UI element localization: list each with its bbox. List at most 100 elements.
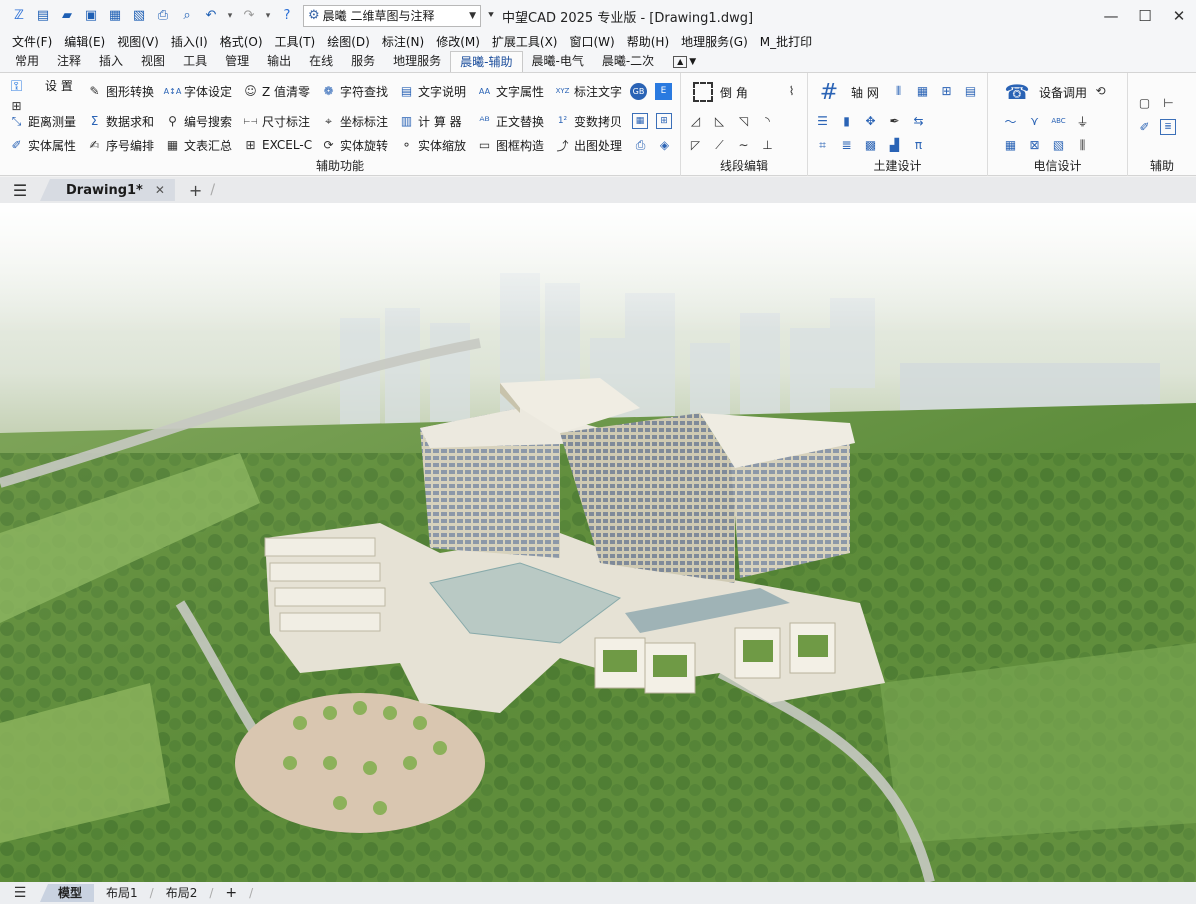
output-proc-button[interactable]: ⤴ 出图处理	[554, 135, 622, 155]
axis-grid-button[interactable]: # 轴 网	[816, 79, 879, 105]
aid-tool-2-button[interactable]: ⊢	[1160, 93, 1177, 113]
excel-button[interactable]: ⊞ EXCEL-C	[242, 135, 312, 155]
aid-tool-4-button[interactable]: ≣	[1160, 117, 1176, 137]
menu-batch-print[interactable]: M_批打印	[754, 33, 818, 50]
tab-output[interactable]: 输出	[258, 51, 300, 72]
table-grid-button[interactable]: ⊞	[656, 111, 672, 131]
tab-services[interactable]: 服务	[342, 51, 384, 72]
entity-scale-button[interactable]: ⚬ 实体缩放	[398, 135, 466, 155]
tab-geo-services[interactable]: 地理服务	[384, 51, 450, 72]
telecom-tool-6-button[interactable]: ⊠	[1026, 135, 1043, 155]
coord-dim-button[interactable]: ⌖ 坐标标注	[320, 111, 388, 131]
civil-tool-9-button[interactable]: ⇆	[910, 111, 927, 131]
text-replace-button[interactable]: ᴬᴮ 正文替换	[476, 111, 544, 131]
tab-view[interactable]: 视图	[132, 51, 174, 72]
sum-button[interactable]: Σ 数据求和	[86, 111, 154, 131]
table-tool-button[interactable]: ▦	[632, 111, 648, 131]
menu-edit[interactable]: 编辑(E)	[58, 33, 111, 50]
num-search-button[interactable]: ⚲ 编号搜索	[164, 111, 232, 131]
var-copy-button[interactable]: 1² 变数拷贝	[554, 111, 622, 131]
print-icon[interactable]: ⎙	[152, 5, 174, 27]
text-summary-button[interactable]: ▦ 文表汇总	[164, 135, 232, 155]
tab-common[interactable]: 常用	[6, 51, 48, 72]
civil-tool-8-button[interactable]: ✒	[886, 111, 903, 131]
dim-size-button[interactable]: ⊢⊣ 尺寸标注	[242, 111, 310, 131]
menu-view[interactable]: 视图(V)	[111, 33, 165, 50]
menu-geo-services[interactable]: 地理服务(G)	[675, 33, 754, 50]
customize-qat-icon[interactable]: ⯆	[487, 10, 501, 21]
print-tool-button[interactable]: ⎙	[632, 135, 649, 155]
telecom-tool-4-button[interactable]: ⏚	[1074, 111, 1091, 131]
distance-button[interactable]: ⤡ 距离测量	[8, 111, 76, 131]
menu-extensions[interactable]: 扩展工具(X)	[486, 33, 564, 50]
menu-insert[interactable]: 插入(I)	[165, 33, 214, 50]
open-folder-icon[interactable]: ▰	[56, 5, 78, 27]
telecom-tool-3-button[interactable]: ABC	[1050, 111, 1067, 131]
tab-chenxi-secondary[interactable]: 晨曦-二次	[593, 51, 663, 72]
chamfer-button[interactable]: 倒 角	[693, 79, 748, 105]
layer-standard-button[interactable]: E	[655, 81, 672, 101]
line-tool-3-button[interactable]: ◹	[735, 111, 752, 131]
line-tool-8-button[interactable]: ⊥	[759, 135, 776, 155]
text-attr-button[interactable]: AA 文字属性	[476, 81, 544, 101]
break-line-button[interactable]: ⌇	[783, 81, 800, 101]
menu-icon[interactable]: ☰	[0, 181, 40, 200]
tab-model[interactable]: 模型	[40, 884, 95, 902]
eraser-tool-button[interactable]: ◈	[656, 135, 673, 155]
menu-file[interactable]: 文件(F)	[6, 33, 58, 50]
redo-icon[interactable]: ↷	[238, 5, 260, 27]
aid-tool-3-button[interactable]: ✐	[1136, 117, 1153, 137]
z-zero-button[interactable]: ☺ Z 值清零	[242, 81, 310, 101]
menu-dimension[interactable]: 标注(N)	[376, 33, 430, 50]
civil-tool-2-button[interactable]: ▦	[914, 81, 931, 101]
save-icon[interactable]: ▣	[80, 5, 102, 27]
add-layout-icon[interactable]: +	[213, 884, 249, 902]
line-tool-7-button[interactable]: ∼	[735, 135, 752, 155]
line-tool-2-button[interactable]: ◺	[711, 111, 728, 131]
line-tool-4-button[interactable]: ◝	[759, 111, 776, 131]
line-tool-5-button[interactable]: ◸	[687, 135, 704, 155]
dim-text-button[interactable]: XYZ 标注文字	[554, 81, 622, 101]
tab-online[interactable]: 在线	[300, 51, 342, 72]
minimize-icon[interactable]: —	[1094, 0, 1128, 31]
chevron-down-icon[interactable]: ▼	[689, 57, 696, 67]
gb-button[interactable]: GB	[630, 81, 647, 101]
menu-format[interactable]: 格式(O)	[214, 33, 269, 50]
civil-tool-7-button[interactable]: ✥	[862, 111, 879, 131]
menu-draw[interactable]: 绘图(D)	[321, 33, 376, 50]
settings-button[interactable]: ⚿ 设 置 ⊞	[8, 77, 73, 113]
help-icon[interactable]: ?	[276, 5, 298, 27]
line-tool-1-button[interactable]: ◿	[687, 111, 704, 131]
tab-layout2[interactable]: 布局2	[154, 884, 210, 902]
menu-modify[interactable]: 修改(M)	[430, 33, 486, 50]
civil-tool-5-button[interactable]: ☰	[814, 111, 831, 131]
civil-tool-10-button[interactable]: ⌗	[814, 135, 831, 155]
maximize-icon[interactable]: ☐	[1128, 0, 1162, 31]
ribbon-display-options[interactable]: ▲ ▼	[673, 51, 696, 72]
telecom-tool-8-button[interactable]: ⫼	[1074, 135, 1091, 155]
device-call-button[interactable]: ☎ 设备调用	[1004, 79, 1087, 105]
graphic-convert-button[interactable]: ✎ 图形转换	[86, 81, 154, 101]
telecom-settings-button[interactable]: ⟲	[1092, 81, 1109, 101]
close-icon[interactable]: ✕	[1162, 0, 1196, 31]
tab-manage[interactable]: 管理	[216, 51, 258, 72]
civil-tool-13-button[interactable]: ▟	[886, 135, 903, 155]
text-desc-button[interactable]: ▤ 文字说明	[398, 81, 466, 101]
tab-chenxi-electric[interactable]: 晨曦-电气	[523, 51, 593, 72]
seq-edit-button[interactable]: ✍ 序号编排	[86, 135, 154, 155]
civil-tool-3-button[interactable]: ⊞	[938, 81, 955, 101]
telecom-tool-2-button[interactable]: ⋎	[1026, 111, 1043, 131]
aid-tool-1-button[interactable]: ▢	[1136, 93, 1153, 113]
menu-tools[interactable]: 工具(T)	[269, 33, 322, 50]
civil-tool-4-button[interactable]: ▤	[962, 81, 979, 101]
close-icon[interactable]: ✕	[155, 183, 165, 197]
menu-window[interactable]: 窗口(W)	[564, 33, 621, 50]
tab-chenxi-aux[interactable]: 晨曦-辅助	[450, 51, 523, 72]
app-logo-icon[interactable]: ℤ	[8, 5, 30, 27]
publish-icon[interactable]: ▧	[128, 5, 150, 27]
new-tab-icon[interactable]: +	[189, 181, 202, 200]
print-preview-icon[interactable]: ⌕	[176, 5, 198, 27]
frame-build-button[interactable]: ▭ 图框构造	[476, 135, 544, 155]
menu-help[interactable]: 帮助(H)	[621, 33, 675, 50]
telecom-tool-7-button[interactable]: ▧	[1050, 135, 1067, 155]
